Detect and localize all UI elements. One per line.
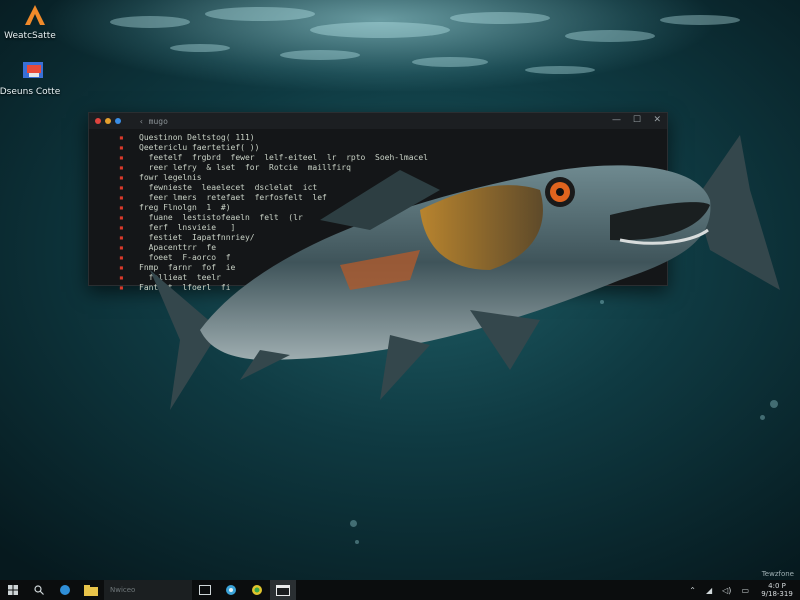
line-marker-icon: ▪	[119, 213, 124, 222]
app-button[interactable]	[244, 580, 270, 600]
bubble	[760, 415, 765, 420]
edge-browser-button[interactable]	[52, 580, 78, 600]
terminal-title-bar[interactable]: ‹ mugo — ☐ ✕	[89, 113, 667, 129]
volume-icon[interactable]: ◁)	[717, 586, 736, 595]
line-marker-icon: ▪	[119, 183, 124, 192]
line-gutter: ▪ ▪ ▪ ▪ ▪ ▪ ▪ ▪ ▪ ▪ ▪ ▪ ▪ ▪ ▪ ▪	[119, 133, 129, 293]
start-button[interactable]	[0, 580, 26, 600]
app-a-icon	[25, 5, 45, 25]
chrome-button[interactable]	[218, 580, 244, 600]
taskbar: Nwiceo ⌃ ◢ ◁) ▭ 4:0 P 9/18-319	[0, 580, 800, 600]
notification-icon[interactable]: ▭	[736, 586, 754, 595]
folder-icon	[84, 584, 98, 596]
windows-logo-icon	[8, 585, 18, 595]
line-marker-icon: ▪	[119, 163, 124, 172]
water-surface-ripples	[110, 7, 740, 74]
app-circle-icon	[252, 585, 262, 595]
line-marker-icon: ▪	[119, 133, 124, 142]
desktop-icon-label: WeatcSatte	[4, 31, 56, 41]
clock-time: 4:0 P	[768, 582, 786, 590]
desktop-icon-app[interactable]: WeatcSatte	[0, 4, 70, 41]
chevron-up-icon[interactable]: ⌃	[684, 586, 701, 595]
maximize-button[interactable]: ☐	[633, 115, 641, 125]
browser-icon	[60, 585, 70, 595]
clock-date: 9/18-319	[761, 590, 793, 598]
line-marker-icon: ▪	[119, 253, 124, 262]
terminal-taskbar-button[interactable]	[270, 580, 296, 600]
search-icon	[34, 585, 44, 595]
bubble	[600, 300, 604, 304]
file-explorer-button[interactable]	[78, 580, 104, 600]
bubble	[355, 540, 359, 544]
close-dot-icon[interactable]	[95, 118, 101, 124]
maximize-dot-icon[interactable]	[115, 118, 121, 124]
line-marker-icon: ▪	[119, 153, 124, 162]
clock[interactable]: 4:0 P 9/18-319	[754, 582, 800, 598]
line-marker-icon: ▪	[119, 283, 124, 292]
globe-icon	[226, 585, 236, 595]
line-marker-icon: ▪	[119, 273, 124, 282]
desktop-corner-text: Tewzfone	[761, 570, 794, 578]
line-marker-icon: ▪	[119, 263, 124, 272]
line-marker-icon: ▪	[119, 143, 124, 152]
line-marker-icon: ▪	[119, 243, 124, 252]
line-marker-icon: ▪	[119, 173, 124, 182]
terminal-title: ‹ mugo	[139, 116, 168, 126]
close-button[interactable]: ✕	[653, 115, 661, 125]
line-marker-icon: ▪	[119, 203, 124, 212]
system-tray: ⌃ ◢ ◁) ▭ 4:0 P 9/18-319	[684, 580, 800, 600]
fish-illustration	[150, 135, 780, 410]
task-view-button[interactable]	[192, 580, 218, 600]
document-app-icon	[23, 62, 43, 78]
minimize-button[interactable]: —	[612, 115, 621, 125]
desktop-icon-label: Dseuns Cotte	[0, 87, 61, 97]
bubble	[350, 520, 357, 527]
minimize-dot-icon[interactable]	[105, 118, 111, 124]
desktop-icon-document[interactable]: Dseuns Cotte	[0, 60, 70, 97]
line-marker-icon: ▪	[119, 223, 124, 232]
network-icon[interactable]: ◢	[701, 586, 717, 595]
task-view-icon	[199, 585, 211, 595]
search-button[interactable]	[26, 580, 52, 600]
terminal-icon	[276, 584, 290, 596]
line-marker-icon: ▪	[119, 193, 124, 202]
bubble	[770, 400, 778, 408]
taskbar-search-input[interactable]: Nwiceo	[104, 580, 192, 600]
line-marker-icon: ▪	[119, 233, 124, 242]
